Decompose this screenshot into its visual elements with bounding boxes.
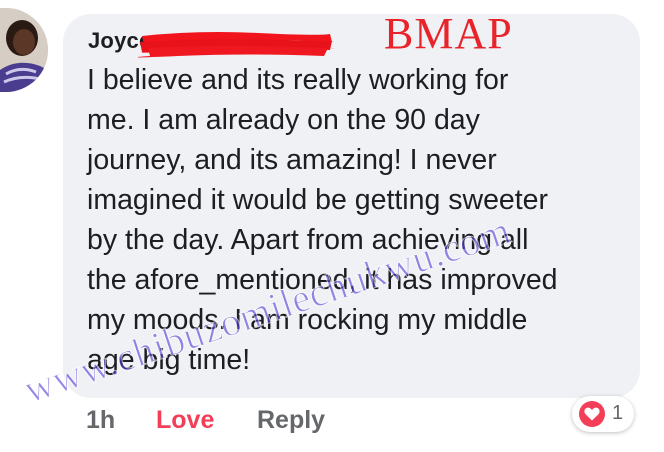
timestamp[interactable]: 1h xyxy=(86,406,115,435)
bmap-label: BMAP xyxy=(384,9,513,58)
avatar-photo xyxy=(0,8,48,92)
reaction-summary[interactable]: 1 xyxy=(572,396,634,432)
comment-footer: 1h Love Reply 1 xyxy=(0,396,664,444)
reaction-count: 1 xyxy=(612,402,624,424)
heart-icon xyxy=(579,401,605,427)
love-button[interactable]: Love xyxy=(156,406,214,435)
reply-button[interactable]: Reply xyxy=(257,406,325,435)
author-name-visible: Joy xyxy=(88,28,127,53)
avatar[interactable] xyxy=(0,8,48,92)
redaction-scribble xyxy=(138,32,334,58)
comment-screenshot: Joyce BMAP I believe and its really work… xyxy=(0,0,664,452)
